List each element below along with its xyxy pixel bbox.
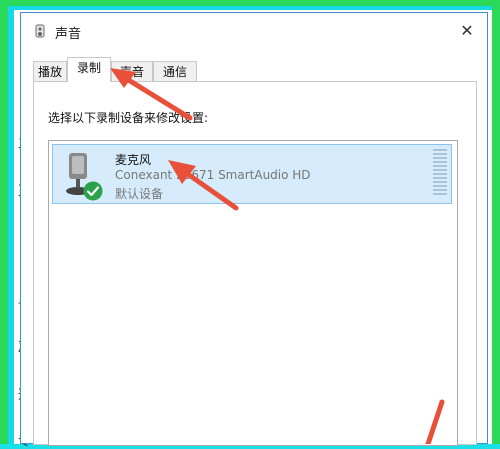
- tab-playback[interactable]: 播放: [33, 61, 67, 81]
- level-segment: [433, 193, 447, 195]
- level-segment: [433, 153, 447, 155]
- level-segment: [433, 169, 447, 171]
- audio-level-meter: [433, 149, 447, 199]
- tab-sounds[interactable]: 声音: [111, 61, 153, 81]
- level-segment: [433, 189, 447, 191]
- level-segment: [433, 157, 447, 159]
- level-segment: [433, 185, 447, 187]
- level-segment: [433, 149, 447, 151]
- tab-recording[interactable]: 录制: [67, 57, 111, 82]
- title-bar[interactable]: 声音 ✕: [21, 13, 487, 49]
- level-segment: [433, 181, 447, 183]
- level-segment: [433, 165, 447, 167]
- close-button[interactable]: ✕: [457, 21, 477, 41]
- window-title: 声音: [55, 27, 82, 42]
- level-segment: [433, 161, 447, 163]
- checkmark-icon: [83, 181, 103, 201]
- level-segment: [433, 173, 447, 175]
- device-list[interactable]: 麦克风 Conexant 20671 SmartAudio HD 默认设备: [48, 140, 458, 446]
- device-description: Conexant 20671 SmartAudio HD: [115, 168, 311, 182]
- instruction-text: 选择以下录制设备来修改设置:: [48, 111, 209, 125]
- device-status: 默认设备: [115, 187, 164, 201]
- device-name: 麦克风: [115, 153, 152, 167]
- speaker-icon: [35, 24, 45, 38]
- level-segment: [433, 177, 447, 179]
- tab-communications[interactable]: 通信: [153, 61, 197, 81]
- list-item-device[interactable]: 麦克风 Conexant 20671 SmartAudio HD 默认设备: [52, 144, 452, 204]
- recording-panel: 选择以下录制设备来修改设置: 麦克风 Conexant 20671 SmartA…: [33, 81, 477, 446]
- sound-dialog: 声音 ✕ 播放 录制 声音 通信 选择以下录制设备来修改设置: 麦克风 Cone…: [20, 12, 488, 446]
